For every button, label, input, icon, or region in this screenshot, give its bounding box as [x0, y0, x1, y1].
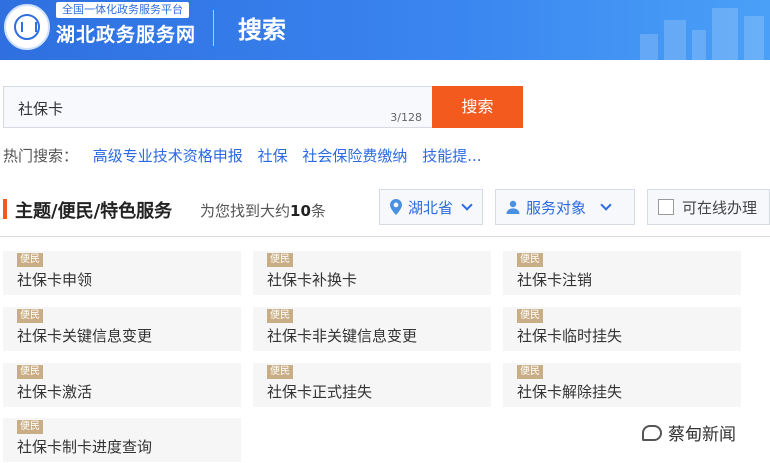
search-char-counter: 3/128	[390, 111, 422, 124]
chevron-down-icon	[461, 199, 473, 211]
service-card[interactable]: 便民 社保卡关键信息变更	[3, 307, 241, 351]
result-prefix: 为您找到大约	[200, 202, 291, 220]
service-title: 社保卡申领	[17, 271, 93, 289]
service-tag: 便民	[17, 365, 43, 379]
page-title: 搜索	[238, 16, 286, 44]
region-filter-label: 湖北省	[408, 198, 454, 217]
service-tag: 便民	[267, 253, 293, 267]
search-input-value: 社保卡	[18, 100, 64, 118]
service-tag: 便民	[267, 365, 293, 379]
skyline-decoration	[712, 8, 738, 60]
checkbox-icon[interactable]	[658, 199, 674, 215]
service-tag: 便民	[17, 309, 43, 323]
skyline-decoration	[692, 30, 706, 60]
section-accent-bar	[3, 199, 7, 219]
hot-search-row: 热门搜索： 高级专业技术资格申报 社保 社会保险费缴纳 技能提...	[3, 145, 482, 166]
service-title: 社保卡临时挂失	[517, 327, 623, 345]
service-title: 社保卡解除挂失	[517, 383, 623, 401]
service-card[interactable]: 便民 社保卡非关键信息变更	[253, 307, 491, 351]
site-name[interactable]: 湖北政务服务网	[56, 20, 196, 47]
hot-search-link[interactable]: 技能提...	[422, 147, 481, 165]
result-count-text: 为您找到大约10条	[200, 200, 326, 221]
service-tag: 便民	[267, 309, 293, 323]
service-card[interactable]: 便民 社保卡注销	[503, 251, 741, 295]
online-filter-checkbox[interactable]: 可在线办理	[647, 189, 770, 225]
hot-search-link[interactable]: 社会保险费缴纳	[302, 147, 407, 165]
user-icon	[506, 200, 520, 214]
result-suffix: 条	[310, 202, 326, 220]
region-filter-dropdown[interactable]: 湖北省	[379, 189, 483, 225]
platform-tag: 全国一体化政务服务平台	[56, 2, 189, 18]
service-card[interactable]: 便民 社保卡申领	[3, 251, 241, 295]
service-card[interactable]: 便民 社保卡临时挂失	[503, 307, 741, 351]
service-tag: 便民	[17, 253, 43, 267]
section-title: 主题/便民/特色服务	[15, 201, 173, 222]
service-card[interactable]: 便民 社保卡解除挂失	[503, 363, 741, 407]
service-tag: 便民	[517, 365, 543, 379]
service-title: 社保卡补换卡	[267, 271, 358, 289]
result-count: 10	[290, 202, 311, 220]
header-bar: 全国一体化政务服务平台 湖北政务服务网 搜索	[0, 0, 770, 60]
service-title: 社保卡正式挂失	[267, 383, 373, 401]
service-title: 社保卡关键信息变更	[17, 327, 153, 345]
header-divider	[213, 10, 214, 46]
online-filter-label: 可在线办理	[682, 198, 758, 217]
service-tag: 便民	[17, 420, 43, 434]
service-card[interactable]: 便民 社保卡激活	[3, 363, 241, 407]
site-logo-icon[interactable]	[4, 4, 50, 50]
chat-bubble-icon	[642, 424, 662, 441]
audience-filter-label: 服务对象	[526, 198, 587, 217]
divider	[0, 236, 770, 237]
skyline-decoration	[664, 20, 686, 60]
service-tag: 便民	[517, 253, 543, 267]
service-title: 社保卡非关键信息变更	[267, 327, 418, 345]
service-tag: 便民	[517, 309, 543, 323]
hot-search-label: 热门搜索：	[3, 147, 79, 165]
service-card[interactable]: 便民 社保卡正式挂失	[253, 363, 491, 407]
service-title: 社保卡制卡进度查询	[17, 438, 153, 456]
chevron-down-icon	[600, 199, 612, 211]
service-card[interactable]: 便民 社保卡补换卡	[253, 251, 491, 295]
service-title: 社保卡注销	[517, 271, 593, 289]
location-pin-icon	[390, 199, 402, 215]
skyline-decoration	[640, 34, 658, 60]
hot-search-link[interactable]: 高级专业技术资格申报	[93, 147, 243, 165]
watermark-text: 蔡甸新闻	[668, 425, 736, 445]
audience-filter-dropdown[interactable]: 服务对象	[495, 189, 635, 225]
service-title: 社保卡激活	[17, 383, 93, 401]
search-button[interactable]: 搜索	[432, 86, 523, 128]
skyline-decoration	[744, 16, 764, 60]
watermark: 蔡甸新闻	[642, 420, 736, 445]
service-card[interactable]: 便民 社保卡制卡进度查询	[3, 418, 241, 462]
hot-search-link[interactable]: 社保	[258, 147, 288, 165]
search-input[interactable]: 社保卡 3/128	[3, 86, 432, 128]
